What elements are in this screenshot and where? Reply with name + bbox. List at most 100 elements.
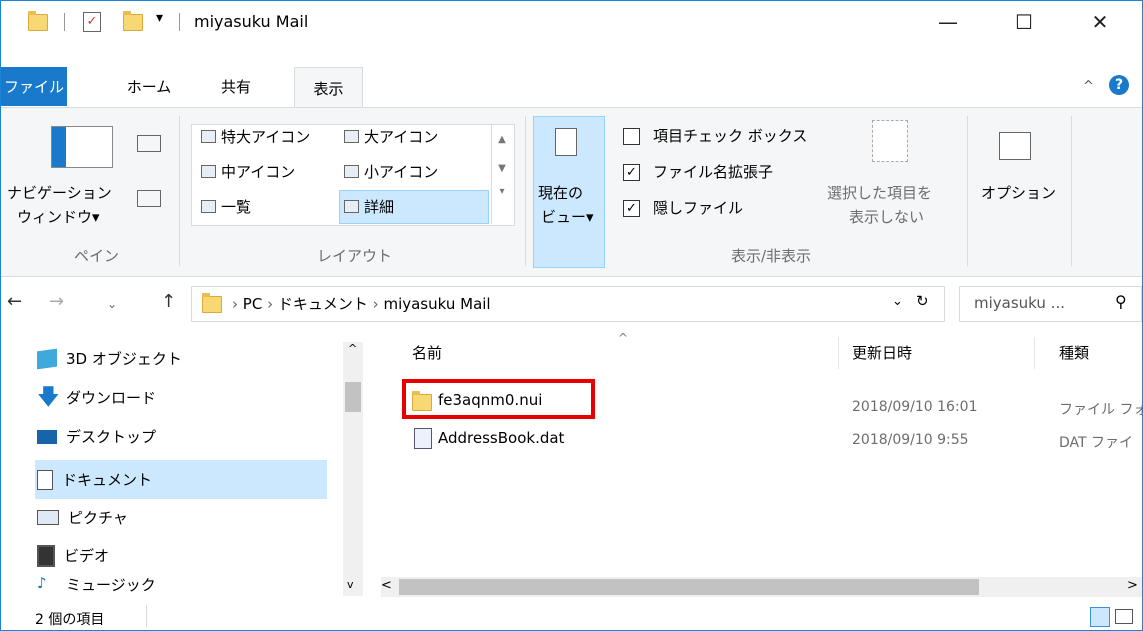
column-header-name[interactable]: 名前 — [412, 342, 442, 363]
preview-pane-icon[interactable] — [137, 135, 161, 152]
layout-extra-large-icons[interactable]: 特大アイコン — [201, 126, 310, 147]
up-icon[interactable]: ↑ — [161, 291, 176, 312]
layout-list[interactable]: 一覧 — [201, 196, 251, 217]
cube-icon — [37, 348, 57, 369]
file-name[interactable]: fe3aqnm0.nui — [438, 391, 542, 409]
chevron-right-icon: › — [232, 295, 238, 313]
address-bar[interactable]: › PC › ドキュメント › miyasuku Mail ⌄ ↻ — [191, 286, 945, 322]
large-icons-view-icon[interactable] — [1115, 609, 1133, 624]
layout-medium-icons[interactable]: 中アイコン — [201, 161, 295, 182]
breadcrumb: › PC › ドキュメント › miyasuku Mail — [232, 293, 491, 314]
nav-item-3d-objects[interactable]: 3D オブジェクト — [37, 339, 327, 378]
search-icon[interactable]: ⚲ — [1115, 292, 1127, 311]
nav-item-videos[interactable]: ビデオ — [37, 536, 327, 575]
group-separator — [1071, 116, 1072, 266]
item-count: 2 個の項目 — [35, 612, 105, 628]
options-icon — [999, 132, 1031, 160]
nav-item-downloads[interactable]: 🡇 ダウンロード — [37, 378, 327, 417]
nav-item-desktop[interactable]: デスクトップ — [37, 417, 327, 456]
help-icon[interactable]: ? — [1109, 75, 1129, 95]
nav-item-music[interactable]: ♪ ミュージック — [37, 574, 327, 600]
folder-icon — [28, 11, 48, 31]
scroll-up-icon[interactable]: ^ — [348, 342, 357, 355]
column-header-type[interactable]: 種類 — [1059, 342, 1089, 363]
recent-locations-icon[interactable]: ⌄ — [107, 297, 117, 311]
hide-selected-label[interactable]: 選択した項目を — [827, 182, 932, 203]
large-icons-icon — [344, 130, 359, 143]
minimize-button[interactable]: — — [919, 1, 977, 43]
folder-icon — [202, 293, 222, 313]
separator — [179, 13, 180, 31]
hide-selected-label-2[interactable]: 表示しない — [849, 206, 924, 227]
file-type: DAT ファイ — [1059, 435, 1134, 451]
details-view-icon[interactable] — [1090, 607, 1110, 627]
ribbon: ナビゲーション ウィンドウ▾ ペイン 特大アイコン 大アイコン 中アイコン 小ア… — [1, 107, 1142, 277]
breadcrumb-documents[interactable]: ドキュメント — [278, 295, 368, 313]
gallery-scroll[interactable]: ▲ ▼ ▾ — [491, 124, 512, 224]
scroll-left-icon[interactable]: < — [381, 578, 392, 593]
details-pane-icon[interactable] — [137, 190, 161, 207]
status-bar: 2 個の項目 — [1, 603, 1142, 630]
breadcrumb-pc[interactable]: PC — [243, 295, 263, 313]
scroll-thumb[interactable] — [345, 382, 361, 412]
separator — [146, 605, 147, 627]
item-checkbox-label[interactable]: 項目チェック ボックス — [653, 125, 807, 146]
group-label-show-hide: 表示/非表示 — [731, 247, 812, 265]
collapse-ribbon-icon[interactable]: ^ — [1083, 79, 1094, 94]
scroll-down-icon[interactable]: v — [347, 578, 354, 591]
hidden-files-label[interactable]: 隠しファイル — [653, 197, 743, 218]
sort-ascending-icon: ^ — [618, 331, 629, 345]
layout-large-icons[interactable]: 大アイコン — [344, 126, 438, 147]
tab-view[interactable]: 表示 — [294, 67, 363, 108]
properties-icon[interactable]: ✓ — [83, 12, 101, 32]
music-icon: ♪ — [37, 574, 47, 592]
group-label-layout: レイアウト — [317, 247, 393, 265]
current-view-icon — [555, 128, 577, 156]
column-divider[interactable] — [1034, 337, 1035, 369]
layout-details[interactable]: 詳細 — [344, 196, 394, 217]
search-box[interactable]: miyasuku ... ⚲ — [959, 286, 1142, 322]
group-separator — [967, 116, 968, 266]
group-separator — [525, 116, 526, 266]
column-header-modified[interactable]: 更新日時 — [852, 342, 912, 363]
navigation-pane-label[interactable]: ナビゲーション — [7, 182, 112, 203]
search-input[interactable]: miyasuku ... — [974, 294, 1065, 312]
address-dropdown-icon[interactable]: ⌄ — [892, 294, 903, 309]
close-button[interactable]: ✕ — [1071, 1, 1129, 43]
video-icon — [37, 544, 55, 567]
tab-home[interactable]: ホーム — [119, 67, 179, 106]
file-modified: 2018/09/10 16:01 — [852, 399, 978, 415]
hide-selected-icon — [872, 120, 908, 162]
current-view-label-2: ビュー▾ — [541, 208, 594, 226]
forward-icon[interactable]: → — [49, 291, 64, 312]
breadcrumb-current[interactable]: miyasuku Mail — [383, 295, 490, 313]
nav-item-documents[interactable]: ドキュメント — [35, 460, 327, 499]
list-icon — [201, 200, 216, 213]
scroll-right-icon[interactable]: > — [1127, 578, 1138, 593]
horizontal-scrollbar[interactable]: < > — [381, 577, 1142, 597]
window-title: miyasuku Mail — [194, 12, 309, 31]
navigation-pane-label-2[interactable]: ウィンドウ▾ — [17, 206, 100, 227]
back-icon[interactable]: ← — [7, 291, 22, 312]
layout-small-icons[interactable]: 小アイコン — [344, 161, 438, 182]
medium-icons-icon — [201, 165, 216, 178]
nav-item-pictures[interactable]: ピクチャ — [37, 498, 327, 537]
new-folder-icon[interactable] — [123, 11, 143, 31]
customize-quick-access-icon[interactable]: ▾ — [156, 10, 163, 26]
refresh-icon[interactable]: ↻ — [916, 292, 929, 310]
item-checkbox-toggle[interactable] — [623, 128, 640, 145]
scroll-thumb[interactable] — [399, 579, 979, 595]
file-extension-label[interactable]: ファイル名拡張子 — [653, 161, 773, 182]
options-button[interactable]: オプション — [981, 182, 1056, 203]
column-divider[interactable] — [838, 337, 839, 369]
file-extension-checkbox[interactable]: ✓ — [623, 164, 640, 181]
file-name[interactable]: AddressBook.dat — [438, 429, 564, 447]
navigation-pane-icon[interactable] — [51, 126, 113, 168]
picture-icon — [37, 510, 59, 525]
nav-scrollbar[interactable]: ^ v — [343, 342, 363, 596]
maximize-button[interactable]: ☐ — [995, 1, 1053, 43]
hidden-files-checkbox[interactable]: ✓ — [623, 200, 640, 217]
tab-file[interactable]: ファイル — [1, 67, 67, 106]
ribbon-tabs: ファイル ホーム 共有 表示 ^ ? — [1, 67, 1142, 108]
tab-share[interactable]: 共有 — [211, 67, 261, 106]
